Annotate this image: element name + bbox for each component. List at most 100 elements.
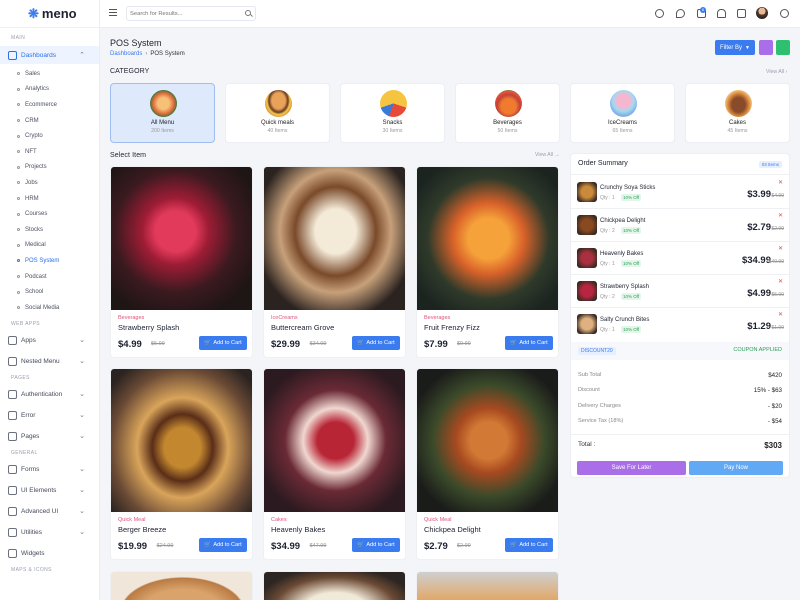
save-for-later-button[interactable]: Save For Later <box>577 461 686 475</box>
item-card-partial[interactable] <box>416 571 559 600</box>
sidebar-subitem[interactable]: Ecommerce <box>0 97 99 113</box>
sidebar-item-widgets[interactable]: Widgets <box>0 543 99 564</box>
order-item-qty[interactable]: Qty : 1 <box>600 195 615 201</box>
sidebar-item-ui-elements[interactable]: UI Elements ⌄ <box>0 480 99 501</box>
moon-icon[interactable] <box>676 9 685 18</box>
apps-grid-icon[interactable] <box>737 9 746 18</box>
sidebar-subitem[interactable]: NFT <box>0 144 99 160</box>
sidebar-item-advanced-ui[interactable]: Advanced UI ⌄ <box>0 501 99 522</box>
category-image <box>725 90 752 117</box>
item-card[interactable]: IceCreams Buttercream Grove $29.99 $34.99 🛒 A… <box>263 166 406 358</box>
add-to-cart-button[interactable]: 🛒 Add to Cart <box>352 538 400 552</box>
sidebar-item-nested-menu[interactable]: Nested Menu ⌄ <box>0 351 99 372</box>
item-card[interactable]: Beverages Strawberry Splash $4.99 $5.99 🛒 Add… <box>110 166 253 358</box>
sidebar-subitem[interactable]: Jobs <box>0 175 99 191</box>
sidebar-subitem[interactable]: Medical <box>0 238 99 254</box>
item-card[interactable]: Cakes Heavenly Bakes $34.99 $47.99 🛒 Add to C… <box>263 368 406 560</box>
remove-icon[interactable]: ✕ <box>778 245 783 252</box>
search-icon[interactable] <box>245 10 251 16</box>
sidebar-subitem[interactable]: HRM <box>0 191 99 207</box>
search-input[interactable] <box>127 7 237 20</box>
order-offer-badge: 10% Off <box>621 293 642 300</box>
item-name: Strawberry Splash <box>118 323 180 332</box>
breadcrumb-link[interactable]: Dashboards <box>110 51 142 57</box>
sidebar-subitem[interactable]: School <box>0 284 99 300</box>
category-card[interactable]: Snacks 30 Items <box>340 83 445 143</box>
coupon-code[interactable]: DISCOUNT20 <box>578 347 616 355</box>
sidebar-subitem[interactable]: CRM <box>0 113 99 129</box>
sidebar-subitem-label: School <box>25 289 44 296</box>
order-item-qty[interactable]: Qty : 2 <box>600 228 615 234</box>
sidebar-item-dashboards[interactable]: Dashboards ⌃ <box>0 46 99 64</box>
bullet-icon <box>17 150 20 154</box>
avatar[interactable] <box>756 7 768 19</box>
add-to-cart-button[interactable]: 🛒 Add to Cart <box>505 538 553 552</box>
sidebar-subitem[interactable]: Stocks <box>0 222 99 238</box>
bell-icon[interactable] <box>717 9 726 18</box>
tax-label: Service Tax (18%) <box>578 418 624 424</box>
item-old-price: $2.99 <box>457 543 471 549</box>
forms-icon <box>8 464 17 474</box>
filter-button[interactable]: Filter By ▼ <box>715 40 755 55</box>
logo[interactable]: ❋ meno <box>0 0 99 28</box>
add-to-cart-label: Add to Cart <box>366 542 395 548</box>
cart-icon: 🛒 <box>357 340 365 346</box>
item-card-partial[interactable] <box>110 571 253 600</box>
remove-icon[interactable]: ✕ <box>778 212 783 219</box>
item-price: $29.99 <box>271 339 301 350</box>
item-old-price: $34.99 <box>309 341 327 347</box>
pay-now-button[interactable]: Pay Now <box>689 461 783 475</box>
cart-icon: 🛒 <box>357 542 365 548</box>
breadcrumb-separator-icon: › <box>145 51 148 57</box>
cart-badge: 6 <box>700 7 706 13</box>
sidebar-subitem[interactable]: Social Media <box>0 300 99 316</box>
sidebar-subitem[interactable]: Podcast <box>0 269 99 285</box>
sidebar-subitem[interactable]: Projects <box>0 160 99 176</box>
item-category: IceCreams <box>271 315 298 321</box>
download-button[interactable] <box>759 40 773 55</box>
category-card[interactable]: Beverages 50 Items <box>455 83 560 143</box>
language-icon[interactable] <box>655 9 664 18</box>
item-card-partial[interactable] <box>263 571 406 600</box>
sidebar-subitem[interactable]: Sales <box>0 66 99 82</box>
sidebar-item-label: Utilities <box>21 528 42 536</box>
sidebar-subitem[interactable]: Analytics <box>0 82 99 98</box>
sidebar-item-error[interactable]: Error ⌄ <box>0 405 99 426</box>
remove-icon[interactable]: ✕ <box>778 311 783 318</box>
share-button[interactable] <box>776 40 790 55</box>
order-item-qty[interactable]: Qty : 1 <box>600 327 615 333</box>
category-card[interactable]: IceCreams 65 Items <box>570 83 675 143</box>
sidebar-item-authentication[interactable]: Authentication ⌄ <box>0 384 99 405</box>
sidebar-subitem-label: NFT <box>25 148 37 155</box>
sidebar-item-label: Advanced UI <box>21 507 59 515</box>
sidebar-item-utilities[interactable]: Utilities ⌄ <box>0 522 99 543</box>
add-to-cart-button[interactable]: 🛒 Add to Cart <box>505 336 553 350</box>
category-image <box>610 90 637 117</box>
order-offer-badge: 10% Off <box>621 260 642 267</box>
remove-icon[interactable]: ✕ <box>778 179 783 186</box>
search-box <box>126 6 256 21</box>
add-to-cart-button[interactable]: 🛒 Add to Cart <box>352 336 400 350</box>
gear-icon[interactable] <box>780 9 789 18</box>
add-to-cart-button[interactable]: 🛒 Add to Cart <box>199 336 247 350</box>
sidebar-item-forms[interactable]: Forms ⌄ <box>0 459 99 480</box>
item-card[interactable]: Quick Meal Chickpea Delight $2.79 $2.99 🛒 Add… <box>416 368 559 560</box>
add-to-cart-button[interactable]: 🛒 Add to Cart <box>199 538 247 552</box>
category-card[interactable]: Quick meals 40 Items <box>225 83 330 143</box>
items-view-all-link[interactable]: View All → <box>535 152 560 158</box>
sidebar-item-pages[interactable]: Pages ⌄ <box>0 426 99 447</box>
sidebar-item-apps[interactable]: Apps ⌄ <box>0 330 99 351</box>
sidebar-subitem[interactable]: POS System <box>0 253 99 269</box>
item-card[interactable]: Beverages Fruit Frenzy Fizz $7.99 $9.99 🛒 Add… <box>416 166 559 358</box>
order-item-qty[interactable]: Qty : 2 <box>600 294 615 300</box>
remove-icon[interactable]: ✕ <box>778 278 783 285</box>
category-view-all-link[interactable]: View All › <box>766 69 787 75</box>
item-card[interactable]: Quick Meal Berger Breeze $19.99 $24.99 🛒 Add … <box>110 368 253 560</box>
category-card[interactable]: All Menu 200 Items <box>110 83 215 143</box>
menu-toggle-icon[interactable] <box>109 9 117 17</box>
order-item-qty[interactable]: Qty : 1 <box>600 261 615 267</box>
sidebar-subitem[interactable]: Courses <box>0 206 99 222</box>
sidebar-subitem[interactable]: Crypto <box>0 128 99 144</box>
category-card[interactable]: Cakes 45 Items <box>685 83 790 143</box>
sidebar-subitem-label: Projects <box>25 164 47 171</box>
